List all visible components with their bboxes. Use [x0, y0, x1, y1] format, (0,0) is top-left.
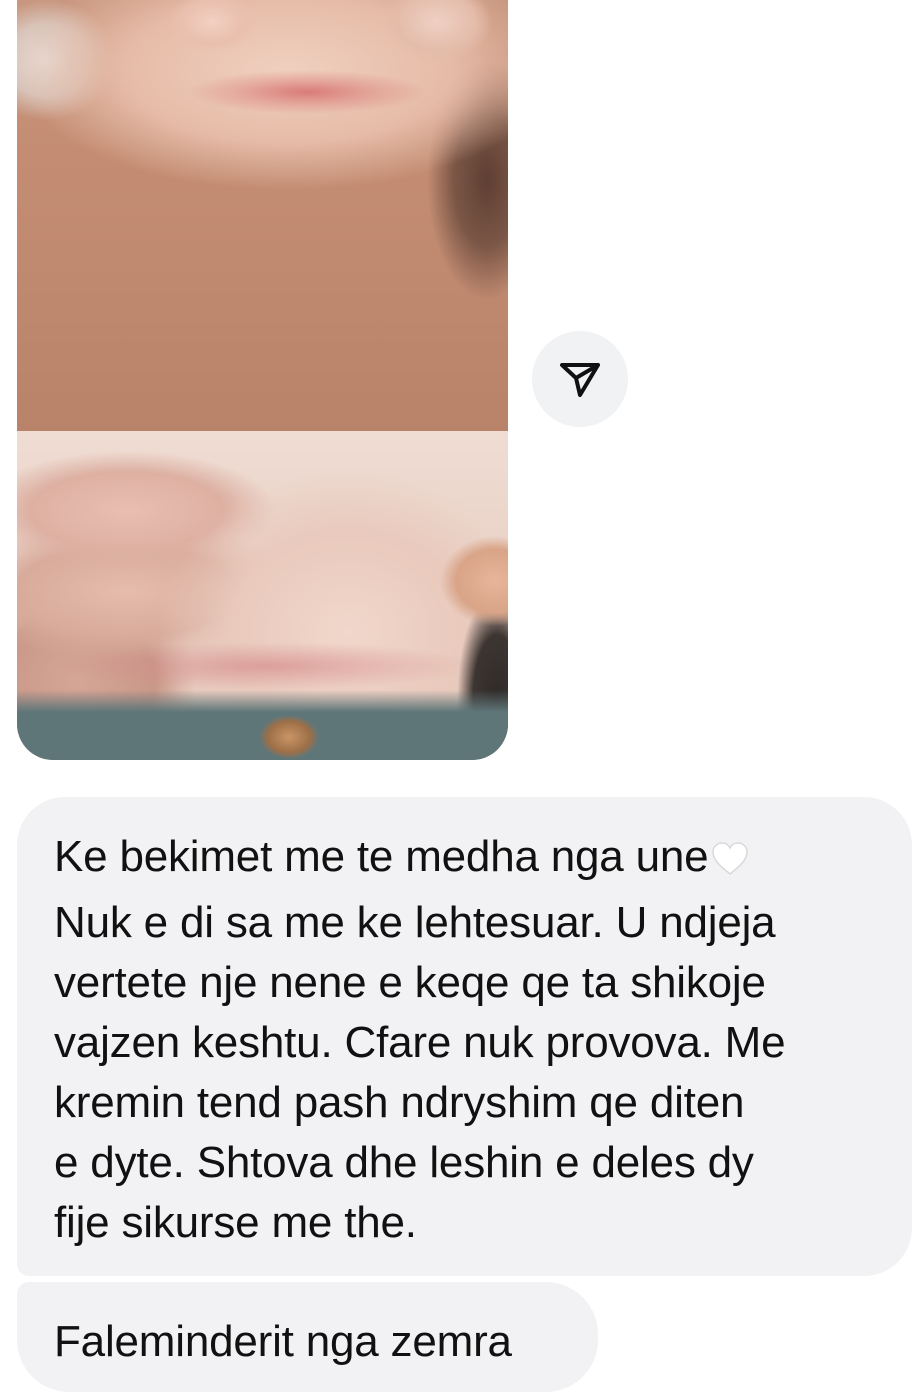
message-text: Ke bekimet me te medha nga une — [54, 832, 709, 881]
shared-photo-1[interactable] — [17, 0, 508, 431]
forward-button[interactable] — [532, 331, 628, 427]
white-heart-icon — [710, 833, 750, 893]
paper-plane-icon — [558, 359, 602, 399]
message-line: vertete nje nene e keqe qe ta shikoje — [54, 958, 766, 1007]
message-line: Ke bekimet me te medha nga une — [54, 827, 882, 893]
message-line: e dyte. Shtova dhe leshin e deles dy — [54, 1138, 754, 1187]
message-line: fije sikurse me the. — [54, 1198, 417, 1247]
shared-photo-group[interactable] — [17, 0, 508, 760]
message-bubble[interactable]: Faleminderit nga zemra — [17, 1282, 598, 1392]
message-bubble[interactable]: Ke bekimet me te medha nga une Nuk e di … — [17, 797, 912, 1276]
message-line: Faleminderit nga zemra — [54, 1317, 512, 1366]
message-line: vajzen keshtu. Cfare nuk provova. Me — [54, 1018, 786, 1067]
message-line: Nuk e di sa me ke lehtesuar. U ndjeja — [54, 898, 776, 947]
shared-photo-2[interactable] — [17, 431, 508, 760]
message-line: kremin tend pash ndryshim qe diten — [54, 1078, 745, 1127]
